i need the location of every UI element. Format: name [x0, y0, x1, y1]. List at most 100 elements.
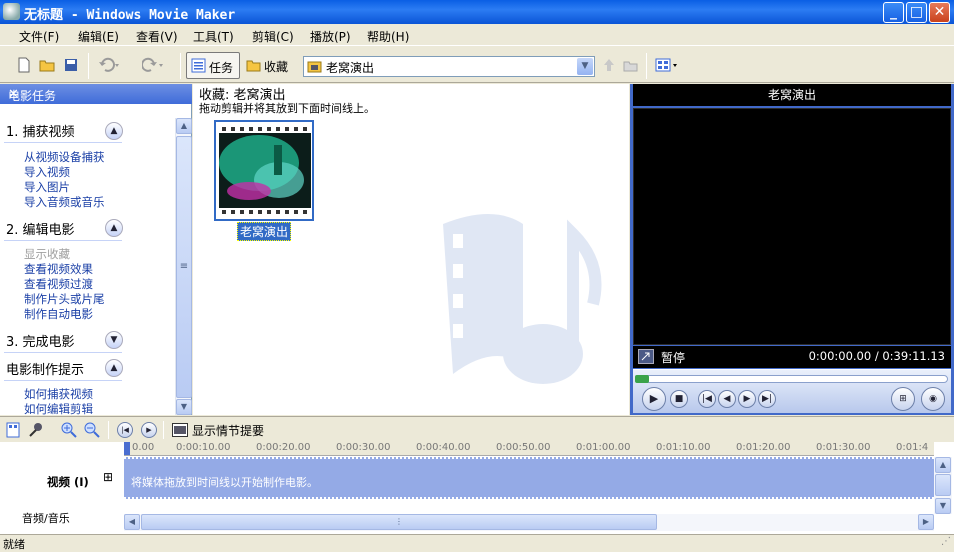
link-view-video-effects[interactable]: 查看视频效果: [24, 261, 93, 277]
menu-file[interactable]: 文件(F): [19, 28, 59, 45]
open-project-icon[interactable]: [39, 57, 55, 73]
scroll-down-icon[interactable]: ▼: [935, 498, 951, 514]
rewind-icon[interactable]: ◀: [718, 390, 736, 408]
undo-icon[interactable]: [98, 57, 120, 73]
link-capture-from-device[interactable]: 从视频设备捕获: [24, 149, 105, 165]
video-track[interactable]: 将媒体拖放到时间线以开始制作电影。: [124, 457, 934, 499]
show-storyboard-button[interactable]: 显示情节提要: [192, 422, 264, 439]
resize-grip-icon[interactable]: ⋰: [941, 536, 951, 547]
menu-view[interactable]: 查看(V): [136, 28, 178, 45]
title-bar: 无标题 - Windows Movie Maker _ □ ✕: [0, 0, 954, 24]
scroll-thumb[interactable]: [935, 474, 951, 496]
ruler-tick: 0:00:30.00: [336, 442, 391, 453]
seek-thumb[interactable]: [635, 375, 649, 383]
section-edit-movie[interactable]: 2. 编辑电影: [6, 219, 75, 238]
new-collection-icon[interactable]: [623, 57, 639, 73]
section-movie-tips[interactable]: 电影制作提示: [6, 359, 84, 378]
menu-clip[interactable]: 剪辑(C): [252, 28, 294, 45]
track-labels: 视频 (I) ⊞ 音频/音乐: [0, 442, 123, 534]
movie-maker-icon: [3, 3, 20, 20]
split-clip-icon[interactable]: ⊞: [891, 387, 915, 411]
link-import-pictures[interactable]: 导入图片: [24, 179, 70, 195]
playback-controls: ▶ ■ |◀ ◀ ▶ ▶| ⊞ ◉: [633, 369, 951, 413]
ruler-tick: 0:01:10.00: [656, 442, 711, 453]
link-how-to-edit[interactable]: 如何编辑剪辑: [24, 401, 93, 417]
scroll-up-icon[interactable]: ▲: [935, 457, 951, 473]
previous-frame-icon[interactable]: |◀: [698, 390, 716, 408]
stop-icon[interactable]: ■: [670, 390, 688, 408]
link-import-audio[interactable]: 导入音频或音乐: [24, 194, 105, 210]
take-picture-icon[interactable]: ◉: [921, 387, 945, 411]
collapse-icon[interactable]: ▲: [105, 359, 123, 377]
narrate-mic-icon[interactable]: [28, 422, 44, 438]
rewind-timeline-icon[interactable]: |◀: [117, 422, 133, 438]
expand-track-icon[interactable]: ⊞: [103, 470, 113, 484]
expand-icon[interactable]: ▼: [105, 331, 123, 349]
menu-help[interactable]: 帮助(H): [367, 28, 409, 45]
link-how-to-capture[interactable]: 如何捕获视频: [24, 386, 93, 402]
collection-hint: 拖动剪辑并将其放到下面时间线上。: [199, 102, 375, 115]
storyboard-toggle-icon[interactable]: [6, 422, 20, 438]
preview-status-bar: 暂停 0:00:00.00 / 0:39:11.13: [633, 346, 951, 368]
save-project-icon[interactable]: [63, 57, 79, 73]
timeline-horizontal-scrollbar[interactable]: ◀ ⋮ ▶: [124, 514, 934, 531]
tasks-button[interactable]: 任务: [186, 52, 240, 79]
tasks-label: 任务: [209, 61, 234, 75]
play-timeline-icon[interactable]: ▶: [141, 422, 157, 438]
storyboard-icon[interactable]: [172, 423, 188, 437]
section-finish-movie[interactable]: 3. 完成电影: [6, 331, 75, 350]
zoom-out-icon[interactable]: [84, 422, 100, 438]
audio-track-label: 音频/音乐: [22, 512, 70, 525]
collapse-icon[interactable]: ▲: [105, 219, 123, 237]
maximize-button[interactable]: □: [906, 2, 927, 23]
ruler-tick: 0:01:00.00: [576, 442, 631, 453]
playback-time: 0:00:00.00 / 0:39:11.13: [808, 349, 945, 363]
collection-dropdown[interactable]: 老窝演出 ▼: [303, 56, 595, 77]
close-icon[interactable]: ✕: [8, 87, 182, 102]
video-clip-thumbnail[interactable]: [214, 120, 314, 221]
collections-label: 收藏: [264, 60, 289, 74]
timeline-vertical-scrollbar[interactable]: ▲ ▼: [934, 457, 952, 514]
collections-button[interactable]: 收藏: [244, 52, 296, 79]
redo-icon[interactable]: [142, 57, 164, 73]
seek-bar[interactable]: [636, 375, 948, 383]
ruler-tick: 0:01:4: [896, 442, 929, 453]
new-project-icon[interactable]: [16, 57, 32, 73]
toolbar: 任务 收藏 老窝演出 ▼: [0, 47, 954, 83]
menu-edit[interactable]: 编辑(E): [78, 28, 119, 45]
collapse-icon[interactable]: ▲: [105, 122, 123, 140]
menu-play[interactable]: 播放(P): [310, 28, 351, 45]
link-view-video-transitions[interactable]: 查看视频过渡: [24, 276, 93, 292]
next-frame-icon[interactable]: ▶|: [758, 390, 776, 408]
forward-icon[interactable]: ▶: [738, 390, 756, 408]
play-icon[interactable]: ▶: [642, 387, 666, 411]
link-make-automovie[interactable]: 制作自动电影: [24, 306, 93, 322]
menu-tools[interactable]: 工具(T): [193, 28, 234, 45]
zoom-in-icon[interactable]: [61, 422, 77, 438]
scroll-thumb[interactable]: ≡: [176, 136, 192, 398]
section-capture-video[interactable]: 1. 捕获视频: [6, 121, 75, 140]
scroll-up-icon[interactable]: ▲: [176, 118, 192, 134]
chevron-down-icon[interactable]: ▼: [577, 58, 593, 75]
minimize-button[interactable]: _: [883, 2, 904, 23]
timeline-ruler[interactable]: 0.00 0:00:10.00 0:00:20.00 0:00:30.00 0:…: [124, 442, 934, 456]
scroll-right-icon[interactable]: ▶: [918, 514, 934, 530]
scroll-thumb[interactable]: ⋮: [141, 514, 657, 530]
views-icon[interactable]: [655, 57, 679, 73]
fullscreen-icon[interactable]: [638, 349, 654, 364]
task-pane-scrollbar[interactable]: ▲ ≡ ▼: [175, 118, 192, 415]
tasks-icon: [191, 58, 206, 73]
scroll-left-icon[interactable]: ◀: [124, 514, 140, 530]
ruler-tick: 0.00: [132, 442, 155, 453]
clip-name-label[interactable]: 老窝演出: [237, 222, 292, 241]
link-make-titles-credits[interactable]: 制作片头或片尾: [24, 291, 105, 307]
timeline: 视频 (I) ⊞ 音频/音乐 0.00 0:00:10.00 0:00:20.0…: [0, 442, 954, 534]
up-one-level-icon[interactable]: [601, 57, 617, 73]
ruler-tick: 0:00:10.00: [176, 442, 231, 453]
link-show-collections: 显示收藏: [24, 247, 70, 261]
link-import-video[interactable]: 导入视频: [24, 164, 70, 180]
folder-icon: [246, 60, 261, 72]
close-button[interactable]: ✕: [929, 2, 950, 23]
video-track-label: 视频 (I): [47, 475, 89, 489]
scroll-down-icon[interactable]: ▼: [176, 399, 192, 415]
